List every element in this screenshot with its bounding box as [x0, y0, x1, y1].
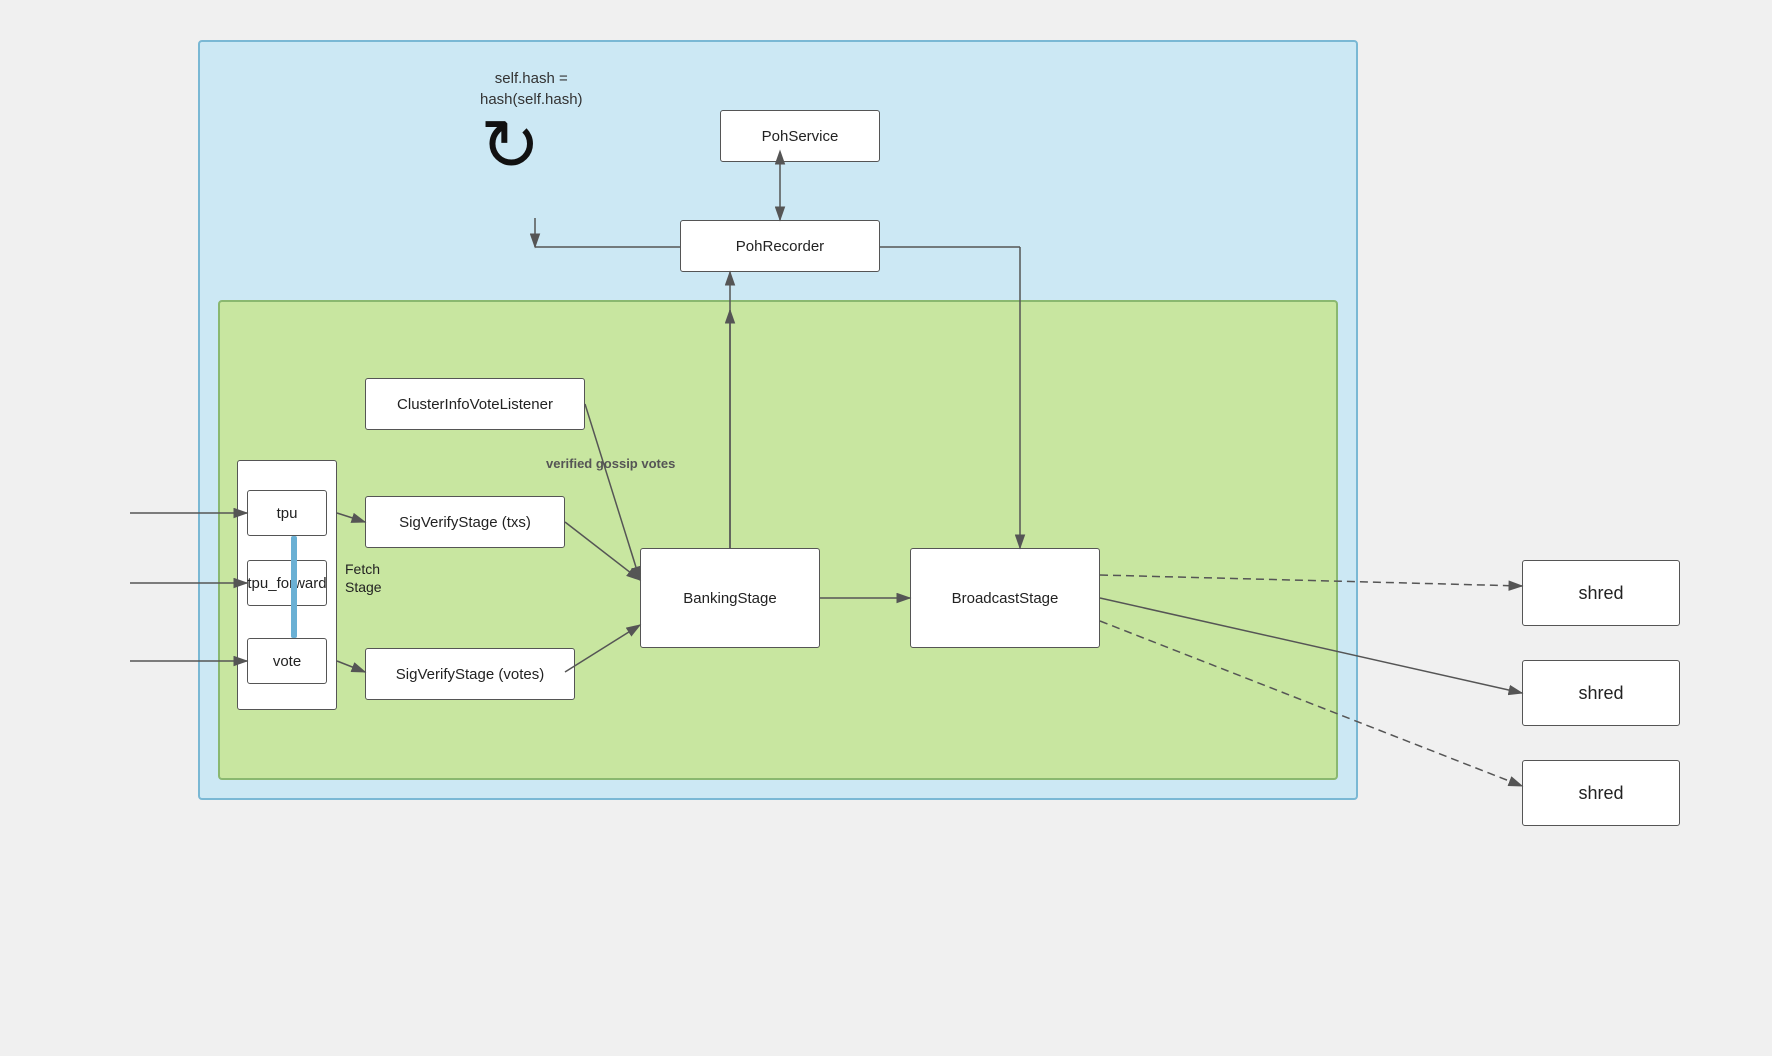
sig-verify-votes-box: SigVerifyStage (votes) — [365, 648, 575, 700]
shred-box-1: shred — [1522, 560, 1680, 626]
tpu-box: tpu — [247, 490, 327, 536]
broadcast-stage-box: BroadcastStage — [910, 548, 1100, 648]
poh-recorder-box: PohRecorder — [680, 220, 880, 272]
hash-label: self.hash = hash(self.hash) — [480, 68, 583, 110]
fetch-stage-label: Fetch Stage — [345, 560, 382, 596]
cycle-arrow-icon: ↻ — [480, 110, 540, 182]
shred-box-2: shred — [1522, 660, 1680, 726]
shred-box-3: shred — [1522, 760, 1680, 826]
main-canvas: self.hash = hash(self.hash) ↻ PohService… — [0, 0, 1772, 1056]
sig-verify-txs-box: SigVerifyStage (txs) — [365, 496, 565, 548]
vote-box: vote — [247, 638, 327, 684]
cluster-info-vote-listener-box: ClusterInfoVoteListener — [365, 378, 585, 430]
poh-service-box: PohService — [720, 110, 880, 162]
tpu-forward-box: tpu_forward — [247, 560, 327, 606]
banking-stage-box: BankingStage — [640, 548, 820, 648]
tpu-connector-bar — [291, 536, 297, 638]
verified-gossip-label: verified gossip votes — [546, 456, 675, 471]
